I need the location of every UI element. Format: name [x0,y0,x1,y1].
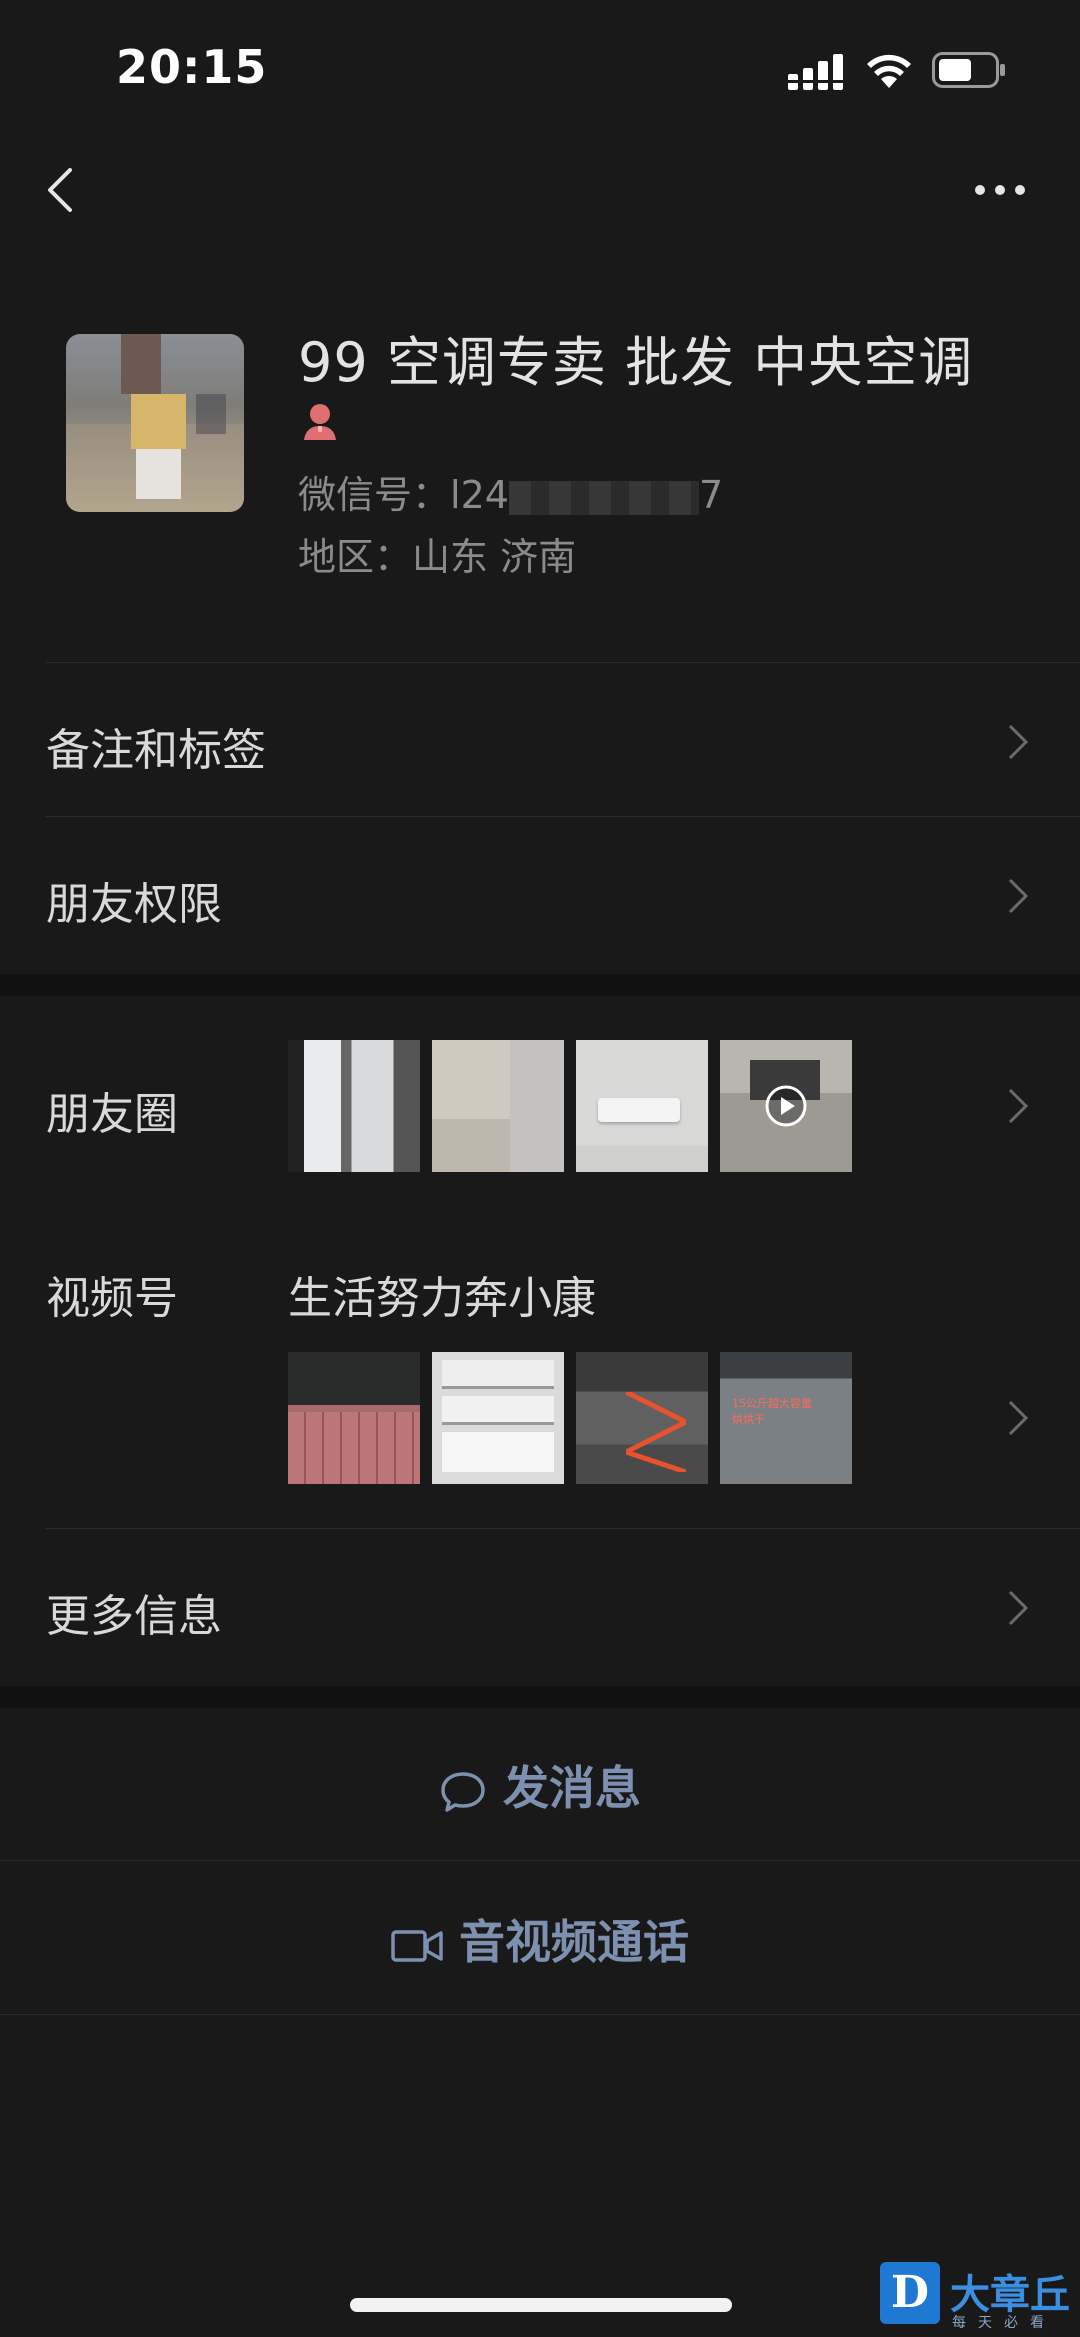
chevron-right-icon [1008,1088,1029,1124]
channel-thumbnail[interactable] [288,1352,420,1484]
wechat-id: 微信号：l24 7 [298,464,723,519]
chevron-right-icon [1008,724,1029,760]
moments-thumbnail[interactable] [288,1040,420,1172]
chevron-right-icon [1008,1590,1029,1626]
play-icon [765,1085,807,1127]
send-message-label: 发消息 [503,1761,641,1815]
chat-bubble-icon [441,1771,485,1812]
region: 地区：山东 济南 [298,526,576,581]
watermark-logo-mark: D [880,2262,940,2324]
remark-tags-label: 备注和标签 [46,725,266,776]
wifi-icon [867,54,911,88]
region-label: 地区： [298,535,413,579]
wechat-id-value-end: 7 [698,473,724,517]
more-dots-icon[interactable] [970,170,1030,210]
divider [0,1860,1080,1861]
more-info-label: 更多信息 [46,1591,222,1642]
divider [0,2014,1080,2015]
wechat-id-label: 微信号： [298,473,451,517]
wechat-id-redaction [508,480,699,515]
channels-label: 视频号 [46,1273,178,1324]
section-gap [0,974,1080,996]
channel-name: 生活努力奔小康 [288,1273,596,1324]
chevron-right-icon [1008,1400,1029,1436]
moments-thumbnail[interactable] [432,1040,564,1172]
moments-video-thumbnail[interactable] [720,1040,852,1172]
back-arrow-icon[interactable] [36,160,86,220]
watermark-slogan: 每天必看 [952,2315,1056,2331]
friend-permissions-label: 朋友权限 [46,879,222,930]
divider [46,1528,1080,1529]
watermark-logo: D 大章丘 每天必看 [880,2262,1080,2337]
wechat-id-value-start: l24 [450,473,509,517]
moments-label: 朋友圈 [46,1089,178,1140]
moments-thumbnail[interactable] [576,1040,708,1172]
avatar[interactable] [66,334,244,512]
signal-icon [788,54,844,90]
section-gap [0,1686,1080,1708]
divider [46,816,1080,817]
send-message-button[interactable]: 发消息 [0,1708,1080,1860]
channel-thumbnail[interactable]: 15公斤超大容量 烘烘干 [720,1352,852,1484]
region-value: 山东 济南 [412,535,577,579]
channel-thumbnail-caption: 15公斤超大容量 烘烘干 [732,1397,812,1426]
status-time: 20:15 [116,40,268,94]
chevron-right-icon [1008,878,1029,914]
profile-name: 99 空调专卖 批发 中央空调 [298,331,974,394]
av-call-button[interactable]: 音视频通话 [0,1862,1080,2014]
battery-icon [932,52,1005,88]
contact-profile-page: 20:15 99 空调专卖 批发 中央空调 微信号：l24 7 地区：山东 济南 [0,0,1080,2337]
female-icon [304,404,336,440]
home-indicator[interactable] [350,2298,732,2312]
video-camera-icon [391,1929,443,1962]
channel-thumbnail[interactable] [432,1352,564,1484]
channel-thumbnail[interactable] [576,1352,708,1484]
divider [46,662,1080,663]
av-call-label: 音视频通话 [459,1915,689,1969]
